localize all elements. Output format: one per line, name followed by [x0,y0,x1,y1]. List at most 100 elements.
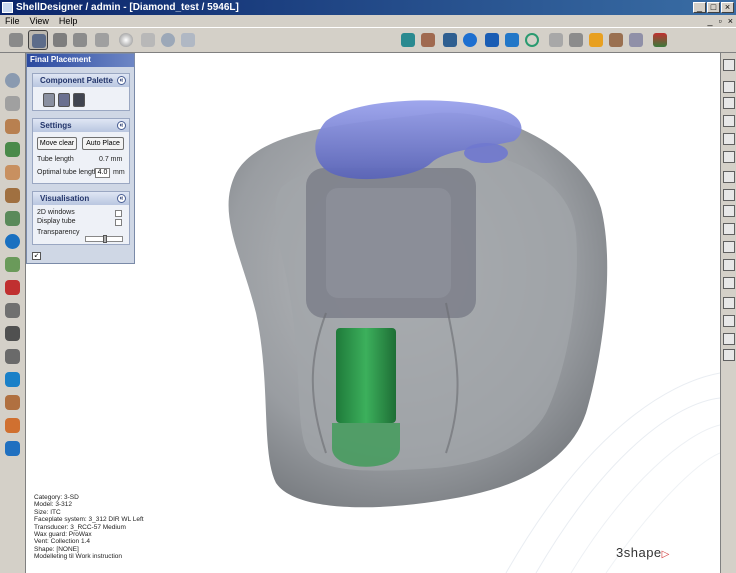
right-tool-7-button[interactable] [723,171,735,183]
magnifier-icon [141,33,155,47]
left-tool-16-button[interactable] [3,416,22,435]
tube-length-value: 0.7 mm [99,156,123,163]
mdi-restore-button[interactable]: ▫ [716,16,725,26]
right-tool-11-button[interactable] [723,241,735,253]
info-line: Transducer: 3_RCC-57 Medium [34,523,126,531]
info-line: Shape: [NONE] [34,545,79,553]
collapse-icon[interactable]: « [117,121,126,130]
toolbar-tool-8-button[interactable] [546,30,566,50]
close-button[interactable]: × [721,2,734,13]
mdi-close-button[interactable]: × [725,16,736,26]
left-tool-14-button[interactable] [3,370,22,389]
right-tool-10-button[interactable] [723,223,735,235]
menu-file[interactable]: File [0,16,25,26]
left-tool-2-button[interactable] [3,94,22,113]
toolbar-tool-7-button[interactable] [522,30,542,50]
2d-windows-checkbox[interactable] [115,210,122,217]
right-tool-6-button[interactable] [723,151,735,163]
panel-dock-icon[interactable]: ↙ [32,252,41,260]
left-tool-3-button[interactable] [3,117,22,136]
info-line: Category: 3-SD [34,494,79,501]
left-tool-8-button[interactable] [3,232,22,251]
right-tool-8-button[interactable] [723,189,735,201]
right-tool-15-button[interactable] [723,315,735,327]
visualisation-heading[interactable]: Visualisation « [33,192,129,205]
toolbar-tool-6-button[interactable] [502,30,522,50]
left-tool-15-button[interactable] [3,393,22,412]
toolbar-tool-5-button[interactable] [482,30,502,50]
toolbar-view-4-button[interactable] [178,30,198,50]
toolbar-tool-4-button[interactable] [460,30,480,50]
toolbar-step-3-button[interactable] [50,30,70,50]
info-line: Vent: Collection 1.4 [34,538,91,546]
app-icon [2,2,13,13]
info-line: Faceplate system: 3_312 DIR WL Left [34,516,144,524]
palette-faceplate-icon[interactable] [58,93,70,107]
right-tool-14-button[interactable] [723,297,735,309]
menu-view[interactable]: View [25,16,54,26]
toolbar-tool-9-button[interactable] [566,30,586,50]
mdi-minimize-button[interactable]: _ [705,16,716,26]
toolbar-tool-2-button[interactable] [418,30,438,50]
toolbar-tool-3-button[interactable] [440,30,460,50]
gray-shape-icon [5,349,20,364]
transparency-label: Transparency [37,229,80,236]
toolbar-tool-10-button[interactable] [586,30,606,50]
palette-receiver-icon[interactable] [43,93,55,107]
left-tool-1-button[interactable] [3,71,22,90]
toolbar-view-2-button[interactable] [138,30,158,50]
panel-title: Final Placement [27,54,134,67]
optimal-tube-length-field[interactable]: 4.0 [95,168,110,178]
auto-place-button[interactable]: Auto Place [82,137,124,150]
left-tool-4-button[interactable] [3,140,22,159]
right-tool-4-button[interactable] [723,115,735,127]
order-info: Category: 3-SD Model: 3-312 Size: ITC Facep… [34,494,144,561]
toolbar-view-3-button[interactable] [158,30,178,50]
left-tool-17-button[interactable] [3,439,22,458]
blue-ball-icon [5,234,20,249]
component-palette-heading[interactable]: Component Palette « [33,74,129,87]
right-tool-13-button[interactable] [723,277,735,289]
move-clear-button[interactable]: Move clear [37,137,77,150]
toolbar-step-4-button[interactable] [70,30,90,50]
left-tool-7-button[interactable] [3,209,22,228]
toolbar-tool-13-button[interactable] [650,30,670,50]
left-tool-10-button[interactable] [3,278,22,297]
left-tool-11-button[interactable] [3,301,22,320]
transparency-slider[interactable] [85,235,123,243]
right-tool-16-button[interactable] [723,333,735,345]
blue-shape-icon [443,33,457,47]
toolbar-step-5-button[interactable] [92,30,112,50]
right-tool-2-button[interactable] [723,81,735,93]
orange-gear-icon [589,33,603,47]
collapse-icon[interactable]: « [117,76,126,85]
left-tool-13-button[interactable] [3,347,22,366]
tan-shape-icon [5,165,20,180]
maximize-button[interactable]: □ [707,2,720,13]
right-tool-5-button[interactable] [723,133,735,145]
title-bar: ShellDesigner / admin - [Diamond_test / … [0,0,736,15]
right-tool-1-button[interactable] [723,59,735,71]
right-tool-3-button[interactable] [723,97,735,109]
settings-heading[interactable]: Settings « [33,119,129,132]
collapse-icon[interactable]: « [117,194,126,203]
palette-tube-icon[interactable] [73,93,85,107]
minimize-button[interactable]: _ [693,2,706,13]
toolbar-step-2-button[interactable] [28,30,48,50]
display-tube-checkbox[interactable] [115,219,122,226]
slider-handle[interactable] [103,235,107,243]
menu-help[interactable]: Help [54,16,83,26]
left-tool-12-button[interactable] [3,324,22,343]
right-tool-17-button[interactable] [723,349,735,361]
left-tool-5-button[interactable] [3,163,22,182]
left-tool-9-button[interactable] [3,255,22,274]
toolbar-view-1-button[interactable] [116,30,136,50]
toolbar-tool-11-button[interactable] [606,30,626,50]
toolbar-tool-12-button[interactable] [626,30,646,50]
toolbar-tool-1-button[interactable] [398,30,418,50]
right-tool-9-button[interactable] [723,205,735,217]
toolbar-step-1-button[interactable] [6,30,26,50]
brand-logo: 3shape▷ [616,545,670,560]
left-tool-6-button[interactable] [3,186,22,205]
right-tool-12-button[interactable] [723,259,735,271]
